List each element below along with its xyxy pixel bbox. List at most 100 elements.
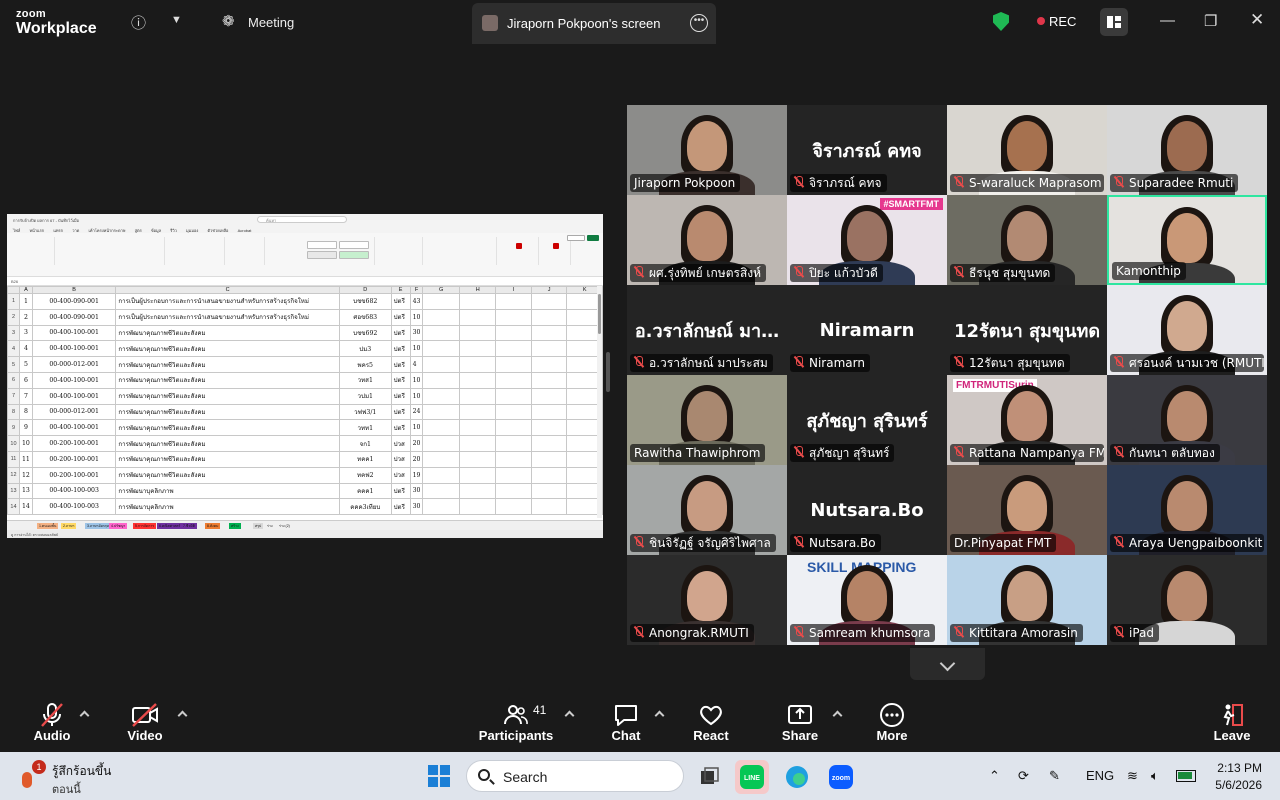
view-layout-button[interactable] — [1100, 8, 1128, 36]
empty-cell[interactable] — [495, 450, 532, 468]
cell-seq[interactable]: 6 — [18, 371, 33, 389]
cell-level[interactable]: ปตรี — [390, 324, 411, 342]
empty-cell[interactable] — [530, 450, 568, 468]
cell-level[interactable]: ปตรี — [390, 419, 411, 437]
cell-seq[interactable]: 2 — [18, 308, 33, 326]
info-icon[interactable]: ⓘ — [131, 12, 146, 33]
cell-level[interactable]: ปวส — [390, 450, 411, 468]
participant-tile[interactable]: Anongrak.RMUTI — [627, 555, 787, 645]
video-button[interactable]: Video — [110, 702, 180, 743]
empty-cell[interactable] — [530, 498, 568, 516]
empty-cell[interactable] — [422, 371, 460, 389]
cell-course-name[interactable]: การพัฒนาคุณภาพชีวิตและสังคม — [115, 324, 340, 342]
cell-course-name[interactable]: การพัฒนาคุณภาพชีวิตและสังคม — [115, 403, 340, 421]
empty-cell[interactable] — [458, 482, 497, 500]
col-header[interactable]: C — [115, 286, 340, 294]
battery-icon[interactable] — [1176, 770, 1196, 782]
task-view-icon[interactable] — [692, 760, 726, 794]
cell-count[interactable]: 4 — [409, 356, 424, 373]
cell-course-name[interactable]: การพัฒนาบุคลิกภาพ — [115, 482, 340, 500]
empty-cell[interactable] — [422, 293, 460, 310]
cell-group[interactable]: วฟฟ3/1 — [338, 403, 392, 421]
cell-count[interactable]: 20 — [409, 435, 424, 452]
cell-seq[interactable]: 14 — [18, 498, 33, 516]
empty-cell[interactable] — [530, 466, 568, 484]
row-number[interactable]: 13 — [7, 482, 20, 500]
cell-course-code[interactable]: 00-200-100-001 — [31, 466, 117, 484]
col-header[interactable]: E — [390, 286, 411, 294]
cell-count[interactable]: 10 — [409, 308, 424, 326]
row-number[interactable]: 3 — [7, 324, 20, 342]
sheet-tab[interactable]: 2.ภาษา — [61, 523, 77, 529]
col-header[interactable]: D — [338, 286, 392, 294]
participant-tile[interactable]: Araya Uengpaiboonkit — [1107, 465, 1267, 555]
participant-tile[interactable]: Dr.Pinyapat FMT — [947, 465, 1107, 555]
empty-cell[interactable] — [495, 371, 532, 389]
recording-label[interactable]: REC — [1049, 14, 1076, 29]
cell-seq[interactable]: 7 — [18, 387, 33, 405]
line-app-icon[interactable]: LINE — [735, 760, 769, 794]
empty-cell[interactable] — [458, 340, 497, 358]
windows-start-icon[interactable] — [428, 765, 450, 787]
empty-cell[interactable] — [495, 403, 532, 421]
cell-group[interactable]: วทส1 — [338, 371, 392, 389]
cell-course-name[interactable]: การพัฒนาคุณภาพชีวิตและสังคม — [115, 356, 340, 373]
cell-group[interactable]: ทคฟ2 — [338, 466, 392, 484]
minimize-icon[interactable]: — — [1160, 12, 1175, 29]
cell-group[interactable]: คคค3เทียบ — [338, 498, 392, 516]
empty-cell[interactable] — [530, 324, 568, 342]
sheet-tab[interactable]: 3.ภาษาอังกฤษ — [85, 523, 111, 529]
cell-course-code[interactable]: 00-200-100-001 — [31, 435, 117, 452]
col-header[interactable]: A — [18, 286, 33, 294]
cell-count[interactable]: 10 — [409, 340, 424, 358]
empty-cell[interactable] — [458, 419, 497, 437]
cell-course-name[interactable]: การเป็นผู้ประกอบการและการนำเสนอขายงานสำห… — [115, 308, 340, 326]
empty-cell[interactable] — [458, 324, 497, 342]
input-language[interactable]: ENG — [1086, 768, 1114, 783]
empty-cell[interactable] — [495, 308, 532, 326]
empty-cell[interactable] — [458, 498, 497, 516]
empty-cell[interactable] — [458, 308, 497, 326]
participant-tile[interactable]: สุภัชญา สุรินทร์ สุภัชญา สุรินทร์ — [787, 375, 947, 465]
participant-tile[interactable]: ผศ.รุ่งทิพย์ เกษตรสิงห์ — [627, 195, 787, 285]
cell-group[interactable]: วทท1 — [338, 419, 392, 437]
cell-course-code[interactable]: 00-400-100-003 — [31, 498, 117, 516]
cell-course-code[interactable]: 00-400-100-003 — [31, 482, 117, 500]
audio-button[interactable]: Audio — [17, 702, 87, 743]
col-header[interactable]: J — [530, 286, 568, 294]
empty-cell[interactable] — [422, 435, 460, 452]
cell-level[interactable]: ปตรี — [390, 308, 411, 326]
empty-cell[interactable] — [495, 356, 532, 373]
participant-tile[interactable]: Rawitha Thawiphrom — [627, 375, 787, 465]
participant-tile[interactable]: กันทนา ตลับทอง — [1107, 375, 1267, 465]
participants-options-caret-icon[interactable] — [564, 710, 575, 721]
cell-level[interactable]: ปวส — [390, 466, 411, 484]
cell-level[interactable]: ปตรี — [390, 340, 411, 358]
cell-count[interactable]: 10 — [409, 387, 424, 405]
edge-browser-icon[interactable] — [780, 760, 814, 794]
react-button[interactable]: React — [676, 702, 746, 743]
chat-button[interactable]: Chat — [591, 702, 661, 743]
sheet-tab[interactable]: 7.ชีวมิติ — [181, 523, 197, 529]
empty-cell[interactable] — [422, 450, 460, 468]
cell-course-code[interactable]: 00-400-090-001 — [31, 308, 117, 326]
more-button[interactable]: More — [857, 702, 927, 743]
cell-reference[interactable]: B26 — [11, 279, 18, 284]
row-number[interactable]: 5 — [7, 356, 20, 373]
sheet-tab[interactable]: 6.คณิตศาสตร์ — [157, 523, 183, 529]
cell-course-code[interactable]: 00-400-100-001 — [31, 419, 117, 437]
sheet-tab[interactable]: 8.สังคม — [205, 523, 221, 529]
cell-course-code[interactable]: 00-400-090-001 — [31, 293, 117, 310]
participant-tile[interactable]: #SMARTFMT ปิยะ แก้วบัวดี — [787, 195, 947, 285]
share-button[interactable]: Share — [765, 702, 835, 743]
empty-cell[interactable] — [530, 403, 568, 421]
cell-course-code[interactable]: 00-200-100-001 — [31, 450, 117, 468]
participant-tile[interactable]: Nutsara.Bo Nutsara.Bo — [787, 465, 947, 555]
row-number[interactable]: 12 — [7, 466, 20, 484]
sheet-search-box[interactable]: ค้นหา — [257, 216, 347, 223]
cell-group[interactable]: พคร5 — [338, 356, 392, 373]
participant-tile[interactable]: ชินจิรัฏฐ์ จรัญศิริไพศาล — [627, 465, 787, 555]
col-header[interactable]: H — [458, 286, 497, 294]
cell-seq[interactable]: 3 — [18, 324, 33, 342]
col-header[interactable]: G — [422, 286, 460, 294]
